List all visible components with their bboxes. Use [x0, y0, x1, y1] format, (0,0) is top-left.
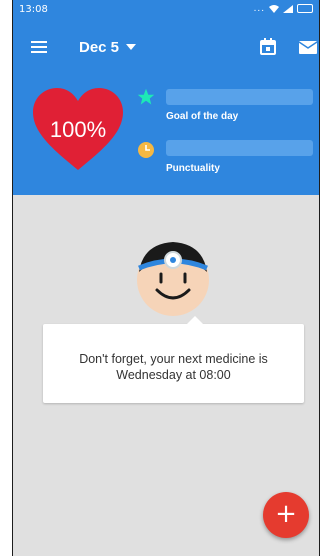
star-icon: [137, 88, 155, 105]
summary-panel: 100% Goal of the day Punctuality: [13, 74, 319, 195]
status-bar: 13:08 ...: [13, 0, 319, 20]
bubble-pointer: [187, 316, 203, 324]
reminder-line-1: Don't forget, your next medicine is: [79, 352, 268, 366]
add-button[interactable]: +: [263, 492, 309, 538]
app-bar: Dec 5: [13, 20, 319, 74]
reminder-line-2: Wednesday at 08:00: [116, 368, 231, 382]
mail-icon[interactable]: [299, 41, 317, 54]
status-dots: ...: [253, 3, 265, 14]
calendar-icon[interactable]: [260, 38, 276, 55]
punctuality-label: Punctuality: [166, 163, 220, 174]
wifi-icon: [269, 4, 279, 13]
menu-icon[interactable]: [31, 41, 47, 53]
punctuality-progress-bar: [166, 140, 313, 156]
goal-progress-bar: [166, 89, 313, 105]
goal-of-the-day-label: Goal of the day: [166, 111, 239, 122]
app-screen: 13:08 ... Dec 5 100% Goal of the day Pun…: [12, 0, 320, 556]
clock-icon: [138, 142, 154, 158]
doctor-mascot-icon: [137, 242, 209, 316]
health-percent: 100%: [49, 117, 107, 142]
status-icons: ...: [254, 3, 313, 14]
caret-down-icon[interactable]: [126, 44, 136, 50]
battery-icon: [297, 4, 313, 13]
phone-frame: 13:08 ... Dec 5 100% Goal of the day Pun…: [0, 0, 321, 556]
signal-icon: [283, 4, 293, 13]
date-selector[interactable]: Dec 5: [79, 39, 119, 56]
reminder-text: Don't forget, your next medicine is Wedn…: [43, 351, 304, 383]
reminder-card: Don't forget, your next medicine is Wedn…: [43, 316, 304, 403]
status-time: 13:08: [19, 4, 48, 15]
